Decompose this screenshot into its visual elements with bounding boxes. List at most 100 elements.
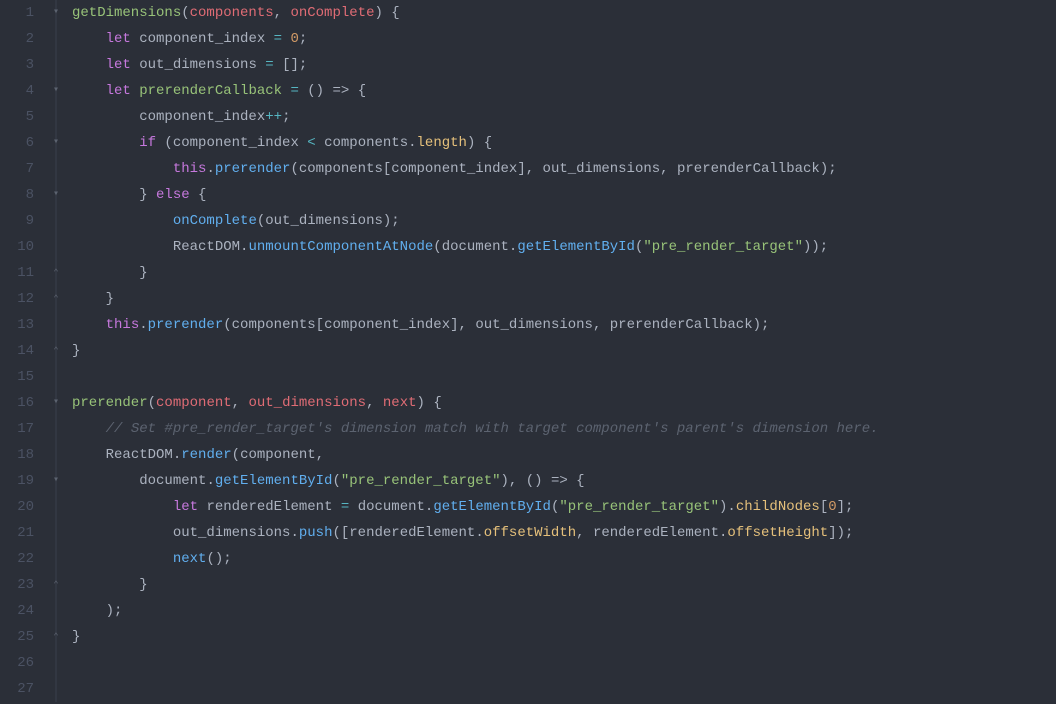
fold-marker[interactable]: ▾	[46, 78, 66, 104]
code-line[interactable]	[72, 650, 1056, 676]
code-line[interactable]: if (component_index < components.length)…	[72, 130, 1056, 156]
token-kw: this	[173, 161, 207, 177]
code-line[interactable]: }	[72, 338, 1056, 364]
code-line[interactable]: let renderedElement = document.getElemen…	[72, 494, 1056, 520]
token-id: out_dimensions	[475, 317, 593, 333]
token-param: components	[190, 5, 274, 21]
token-call: prerender	[215, 161, 291, 177]
code-line[interactable]: ReactDOM.unmountComponentAtNode(document…	[72, 234, 1056, 260]
token-punc: {	[568, 473, 585, 489]
token-num: 0	[828, 499, 836, 515]
token-punc	[72, 447, 106, 463]
fold-marker[interactable]	[46, 156, 66, 182]
token-num: 0	[290, 31, 298, 47]
code-line[interactable]: out_dimensions.push([renderedElement.off…	[72, 520, 1056, 546]
token-call: next	[173, 551, 207, 567]
fold-marker[interactable]: ⌃	[46, 260, 66, 286]
token-punc: ).	[719, 499, 736, 515]
code-editor[interactable]: 1234567891011121314151617181920212223242…	[0, 0, 1056, 704]
code-line[interactable]: let component_index = 0;	[72, 26, 1056, 52]
token-fn: prerenderCallback	[139, 83, 282, 99]
token-punc: (	[232, 447, 240, 463]
token-id: out_dimensions	[543, 161, 661, 177]
token-kw: if	[139, 135, 156, 151]
fold-marker[interactable]: ⌃	[46, 624, 66, 650]
token-punc	[72, 551, 173, 567]
token-punc: ,	[660, 161, 677, 177]
code-line[interactable]: component_index++;	[72, 104, 1056, 130]
token-id: renderedElement	[206, 499, 332, 515]
line-number: 12	[0, 286, 34, 312]
code-line[interactable]: prerender(component, out_dimensions, nex…	[72, 390, 1056, 416]
fold-marker	[46, 676, 66, 702]
line-number: 16	[0, 390, 34, 416]
line-number: 9	[0, 208, 34, 234]
token-punc: .	[139, 317, 147, 333]
fold-marker[interactable]: ▾	[46, 130, 66, 156]
code-line[interactable]: }	[72, 572, 1056, 598]
code-line[interactable]	[72, 364, 1056, 390]
token-str: "pre_render_target"	[341, 473, 501, 489]
token-str: "pre_render_target"	[643, 239, 803, 255]
fold-marker[interactable]: ▾	[46, 182, 66, 208]
fold-gutter[interactable]: ▾▾▾▾⌃⌃⌃▾▾⌃⌃	[46, 0, 66, 704]
code-line[interactable]: getDimensions(components, onComplete) {	[72, 0, 1056, 26]
fold-marker[interactable]: ⌃	[46, 286, 66, 312]
fold-marker[interactable]: ▾	[46, 390, 66, 416]
code-line[interactable]: onComplete(out_dimensions);	[72, 208, 1056, 234]
token-id: renderedElement	[349, 525, 475, 541]
token-op: =	[274, 31, 282, 47]
code-line[interactable]: let prerenderCallback = () => {	[72, 78, 1056, 104]
token-prop: childNodes	[736, 499, 820, 515]
fold-marker	[46, 208, 66, 234]
code-line[interactable]: );	[72, 598, 1056, 624]
code-line[interactable]: }	[72, 624, 1056, 650]
token-punc	[72, 109, 139, 125]
token-punc: .	[206, 473, 214, 489]
code-line[interactable]: this.prerender(components[component_inde…	[72, 312, 1056, 338]
token-str: "pre_render_target"	[559, 499, 719, 515]
token-fn: getDimensions	[72, 5, 181, 21]
code-line[interactable]: this.prerender(components[component_inde…	[72, 156, 1056, 182]
code-line[interactable]: ReactDOM.render(component,	[72, 442, 1056, 468]
token-id: document	[358, 499, 425, 515]
token-id: component_index	[173, 135, 299, 151]
token-punc	[72, 421, 106, 437]
token-param: out_dimensions	[248, 395, 366, 411]
code-area[interactable]: getDimensions(components, onComplete) { …	[66, 0, 1056, 704]
token-op: ++	[265, 109, 282, 125]
token-call: onComplete	[173, 213, 257, 229]
fold-marker[interactable]: ⌃	[46, 572, 66, 598]
line-number: 4	[0, 78, 34, 104]
token-punc: ()	[299, 83, 333, 99]
line-number: 3	[0, 52, 34, 78]
token-call: prerender	[148, 317, 224, 333]
token-punc: {	[190, 187, 207, 203]
fold-marker[interactable]: ▾	[46, 468, 66, 494]
fold-marker[interactable]: ⌃	[46, 338, 66, 364]
code-line[interactable]: let out_dimensions = [];	[72, 52, 1056, 78]
code-line[interactable]: document.getElementById("pre_render_targ…	[72, 468, 1056, 494]
code-line[interactable]	[72, 676, 1056, 702]
token-call: push	[299, 525, 333, 541]
code-line[interactable]: // Set #pre_render_target's dimension ma…	[72, 416, 1056, 442]
token-punc	[72, 473, 139, 489]
token-punc: (	[332, 473, 340, 489]
fold-marker	[46, 546, 66, 572]
code-line[interactable]: next();	[72, 546, 1056, 572]
token-punc: ;	[282, 109, 290, 125]
fold-marker	[46, 416, 66, 442]
token-id: out_dimensions	[173, 525, 291, 541]
code-line[interactable]: } else {	[72, 182, 1056, 208]
code-line[interactable]: }	[72, 286, 1056, 312]
code-line[interactable]: }	[72, 260, 1056, 286]
token-id: document	[139, 473, 206, 489]
token-id: components	[299, 161, 383, 177]
token-punc	[72, 161, 173, 177]
token-punc	[316, 135, 324, 151]
token-op: =	[265, 57, 273, 73]
token-punc	[72, 317, 106, 333]
token-kw: this	[106, 317, 140, 333]
token-punc: ([	[332, 525, 349, 541]
fold-marker[interactable]: ▾	[46, 0, 66, 26]
